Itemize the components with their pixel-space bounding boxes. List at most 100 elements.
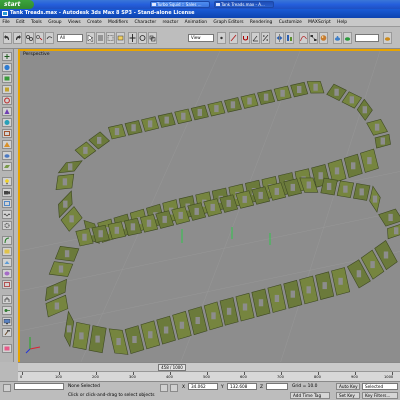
cylinder-button[interactable] (2, 85, 12, 94)
select-object-button[interactable] (86, 32, 95, 44)
track-bar[interactable]: 0 100 200 300 400 500 600 700 800 900 10… (18, 371, 400, 381)
time-slider[interactable]: 458 / 1000 (18, 362, 400, 371)
menu-edit[interactable]: Edit (14, 18, 27, 26)
window-crossing-button[interactable] (116, 32, 125, 44)
menu-tools[interactable]: Tools (29, 18, 45, 26)
schematic-view-button[interactable] (309, 32, 318, 44)
pivot-center-button[interactable] (217, 32, 226, 44)
tread-slot (79, 332, 84, 340)
tread-slot (66, 325, 72, 333)
menu-modifiers[interactable]: Modifiers (106, 18, 131, 26)
taskbar-item-3dsmax[interactable]: Tank Treads.max - A... (214, 1, 274, 8)
helper-button[interactable] (2, 199, 12, 208)
tread-slot (394, 227, 399, 235)
rotate-button[interactable] (138, 32, 147, 44)
torus-button[interactable] (2, 96, 12, 105)
tread-slot (226, 307, 232, 315)
extrude-button[interactable] (2, 258, 12, 267)
rear-tread-loop[interactable] (55, 81, 391, 244)
sphere-icon (4, 64, 10, 71)
add-time-tag-button[interactable]: Add Time Tag (290, 392, 330, 399)
redo-button[interactable] (13, 32, 22, 44)
unlink-button[interactable] (35, 32, 44, 44)
time-slider-thumb[interactable]: 458 / 1000 (158, 364, 186, 371)
sphere-button[interactable] (2, 63, 12, 72)
lock-selection-icon[interactable] (160, 384, 168, 392)
motion-button[interactable] (2, 306, 12, 315)
teapot-button[interactable] (2, 151, 12, 160)
menu-character[interactable]: Character (132, 18, 158, 26)
light-button[interactable] (2, 177, 12, 186)
tread-slot (178, 211, 183, 219)
reference-coordinate-dropdown[interactable]: View (188, 34, 214, 42)
render-scene-button[interactable] (333, 32, 342, 44)
move-button[interactable] (128, 32, 137, 44)
percent-snap-button[interactable] (261, 32, 270, 44)
tread-slot (306, 286, 311, 294)
z-coordinate-field[interactable] (266, 383, 288, 390)
pyramid-button[interactable] (2, 140, 12, 149)
taskbar-item-turbosquid[interactable]: Turbo Squid :: Sales ... (150, 1, 210, 8)
select-by-name-button[interactable] (96, 32, 105, 44)
mirror-button[interactable] (275, 32, 284, 44)
bind-space-warp-button[interactable] (45, 32, 54, 44)
menu-views[interactable]: Views (66, 18, 84, 26)
modifier-button[interactable] (2, 236, 12, 245)
quick-render-button[interactable] (343, 32, 352, 44)
tube-button[interactable] (2, 129, 12, 138)
cone-button[interactable] (2, 107, 12, 116)
set-key-button[interactable]: Set Key (336, 392, 360, 399)
menu-file[interactable]: File (0, 18, 12, 26)
maxscript-listener-icon[interactable] (3, 384, 11, 392)
camera-button[interactable] (2, 188, 12, 197)
shell-button[interactable] (2, 247, 12, 256)
maxscript-mini-listener[interactable] (14, 383, 64, 390)
auto-key-button[interactable]: Auto Key (336, 383, 360, 390)
align-button[interactable] (285, 32, 294, 44)
tread-slot (211, 312, 216, 320)
start-button[interactable]: start (0, 0, 34, 9)
uvw-map-button[interactable] (2, 280, 12, 289)
key-mode-dropdown[interactable]: Selected (362, 383, 398, 390)
plane-button[interactable] (2, 162, 12, 171)
selection-filter-dropdown[interactable]: All (57, 34, 83, 42)
create-panel-button[interactable] (2, 52, 12, 61)
snap-toggle-button[interactable] (241, 32, 250, 44)
menu-customize[interactable]: Customize (276, 18, 304, 26)
menu-rendering[interactable]: Rendering (248, 18, 275, 26)
x-coordinate-field[interactable]: 34.062 (188, 383, 218, 390)
hierarchy-button[interactable] (2, 295, 12, 304)
y-coordinate-field[interactable]: 132.608 (227, 383, 257, 390)
render-type-dropdown[interactable] (355, 34, 379, 42)
absolute-mode-icon[interactable] (170, 384, 178, 392)
menu-reactor[interactable]: reactor (160, 18, 181, 26)
perspective-viewport[interactable]: Perspective (18, 49, 400, 362)
select-manipulate-button[interactable] (229, 32, 238, 44)
key-filters-button[interactable]: Key Filters... (362, 392, 398, 399)
systems-button[interactable] (2, 221, 12, 230)
curve-editor-button[interactable] (299, 32, 308, 44)
front-tread-loop[interactable] (45, 177, 400, 355)
undo-button[interactable] (3, 32, 12, 44)
scale-button[interactable] (148, 32, 157, 44)
select-link-button[interactable] (25, 32, 34, 44)
lathe-button[interactable] (2, 269, 12, 278)
menu-create[interactable]: Create (85, 18, 104, 26)
menu-graph-editors[interactable]: Graph Editors (211, 18, 246, 26)
menu-animation[interactable]: Animation (182, 18, 209, 26)
render-frame-button[interactable] (2, 344, 12, 353)
menu-maxscript[interactable]: MAXScript (306, 18, 333, 26)
activeshade-button[interactable] (383, 32, 392, 44)
plane-icon (4, 165, 10, 168)
menu-group[interactable]: Group (46, 18, 64, 26)
space-warp-button[interactable] (2, 210, 12, 219)
geosphere-button[interactable] (2, 118, 12, 127)
angle-snap-button[interactable] (251, 32, 260, 44)
material-editor-button[interactable] (319, 32, 328, 44)
display-button[interactable] (2, 317, 12, 326)
rectangular-selection-button[interactable] (106, 32, 115, 44)
utilities-button[interactable] (2, 328, 12, 337)
box-button[interactable] (2, 74, 12, 83)
menu-help[interactable]: Help (335, 18, 350, 26)
tank-tread-object[interactable] (45, 81, 400, 355)
